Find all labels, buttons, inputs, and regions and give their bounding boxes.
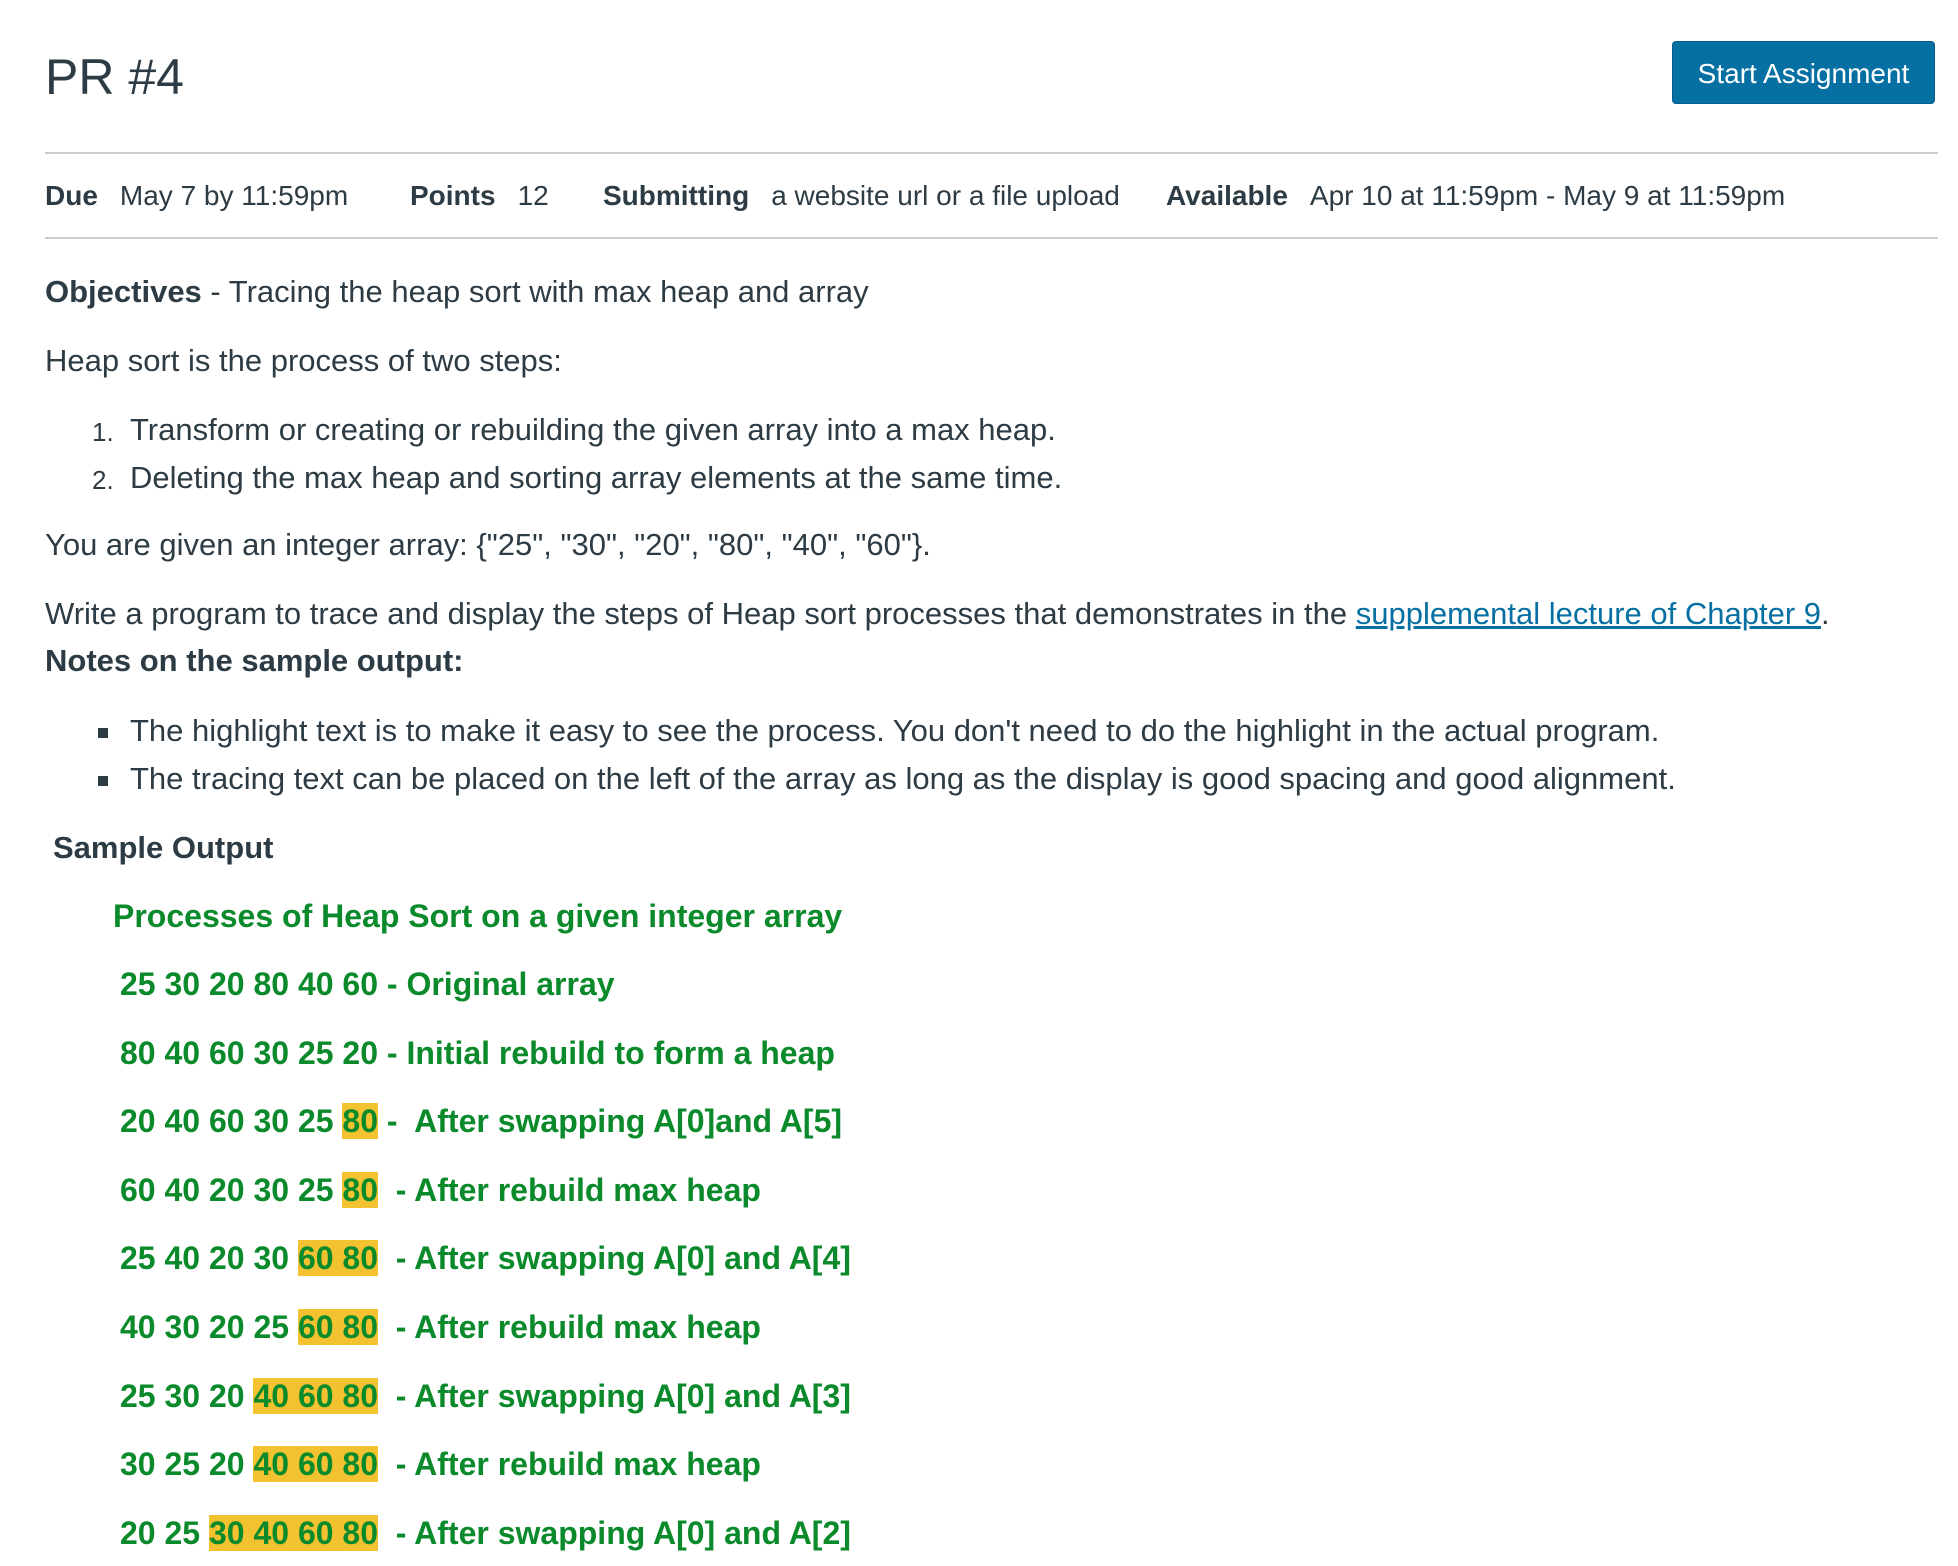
step-description: - After swapping A[0] and A[4] xyxy=(378,1240,851,1276)
sample-output-row: 80 40 60 30 25 20 - Initial rebuild to f… xyxy=(120,1035,835,1072)
given-array-paragraph: You are given an integer array: {"25", "… xyxy=(45,527,931,562)
step-item: Deleting the max heap and sorting array … xyxy=(130,460,1063,495)
step-description: - After swapping A[0] and A[3] xyxy=(378,1378,851,1414)
start-assignment-button[interactable]: Start Assignment xyxy=(1672,41,1935,104)
sample-output-row: 60 40 20 30 25 80 - After rebuild max he… xyxy=(120,1172,761,1209)
points-label: Points xyxy=(410,180,496,211)
points-detail: Points 12 xyxy=(410,180,549,212)
step-item: Transform or creating or rebuilding the … xyxy=(130,412,1056,447)
supplemental-lecture-link[interactable]: supplemental lecture of Chapter 9 xyxy=(1356,596,1821,631)
step-number: 2. xyxy=(92,465,114,495)
sample-output-heading: Sample Output xyxy=(53,830,274,865)
sorted-values-highlight: 60 80 xyxy=(297,1309,379,1345)
divider-top xyxy=(45,152,1938,154)
array-values: 25 40 20 30 xyxy=(120,1240,298,1276)
step-description: - Original array xyxy=(378,966,615,1002)
bullet-marker xyxy=(98,728,108,738)
sorted-values-highlight: 30 40 60 80 xyxy=(208,1515,379,1551)
objectives-label: Objectives xyxy=(45,274,202,309)
array-values: 20 25 xyxy=(120,1515,209,1551)
note-item: The highlight text is to make it easy to… xyxy=(130,713,1660,748)
sample-output-row: 25 30 20 40 60 80 - After swapping A[0] … xyxy=(120,1378,851,1415)
available-label: Available xyxy=(1166,180,1288,211)
step-description: - After rebuild max heap xyxy=(378,1446,761,1482)
assignment-page: PR #4 Start Assignment Due May 7 by 11:59… xyxy=(0,0,1958,1566)
step-description: - Initial rebuild to form a heap xyxy=(378,1035,835,1071)
submitting-value: a website url or a file upload xyxy=(771,180,1120,211)
sorted-values-highlight: 60 80 xyxy=(297,1240,379,1276)
sample-output-row: 25 30 20 80 40 60 - Original array xyxy=(120,966,615,1003)
array-values: 80 40 60 30 25 20 xyxy=(120,1035,379,1071)
sorted-values-highlight: 80 xyxy=(342,1172,379,1208)
notes-heading: Notes on the sample output: xyxy=(45,643,464,678)
bullet-marker xyxy=(98,776,108,786)
write-program-paragraph: Write a program to trace and display the… xyxy=(45,596,1830,632)
step-description: - After swapping A[0]and A[5] xyxy=(378,1103,843,1139)
sample-output-title: Processes of Heap Sort on a given intege… xyxy=(113,898,843,934)
sample-output-row: 25 40 20 30 60 80 - After swapping A[0] … xyxy=(120,1240,851,1277)
array-values: 60 40 20 30 25 xyxy=(120,1172,343,1208)
available-detail: Available Apr 10 at 11:59pm - May 9 at 11… xyxy=(1166,180,1785,212)
intro-paragraph: Heap sort is the process of two steps: xyxy=(45,343,562,378)
objectives-text: - Tracing the heap sort with max heap an… xyxy=(201,274,869,309)
step-description: - After swapping A[0] and A[2] xyxy=(378,1515,851,1551)
sorted-values-highlight: 80 xyxy=(342,1103,379,1139)
page-title: PR #4 xyxy=(45,49,184,105)
sample-output-row: 20 40 60 30 25 80 - After swapping A[0]a… xyxy=(120,1103,842,1140)
sample-output-row: 40 30 20 25 60 80 - After rebuild max he… xyxy=(120,1309,761,1346)
sample-output-row: 20 25 30 40 60 80 - After swapping A[0] … xyxy=(120,1515,851,1552)
sample-output-row: 30 25 20 40 60 80 - After rebuild max he… xyxy=(120,1446,761,1483)
sorted-values-highlight: 40 60 80 xyxy=(253,1446,379,1482)
divider-bottom xyxy=(45,237,1938,239)
write-program-text: Write a program to trace and display the… xyxy=(45,596,1356,631)
array-values: 40 30 20 25 xyxy=(120,1309,298,1345)
available-value: Apr 10 at 11:59pm - May 9 at 11:59pm xyxy=(1309,180,1786,211)
sorted-values-highlight: 40 60 80 xyxy=(253,1378,379,1414)
submitting-detail: Submitting a website url or a file upload xyxy=(603,180,1120,212)
points-value: 12 xyxy=(517,180,549,211)
due-value: May 7 by 11:59pm xyxy=(119,180,349,211)
submitting-label: Submitting xyxy=(603,180,750,211)
step-description: - After rebuild max heap xyxy=(378,1172,761,1208)
due-detail: Due May 7 by 11:59pm xyxy=(45,180,348,212)
array-values: 25 30 20 xyxy=(120,1378,254,1414)
due-label: Due xyxy=(45,180,98,211)
step-number: 1. xyxy=(92,417,114,447)
write-program-end: . xyxy=(1821,596,1830,631)
objectives-paragraph: Objectives - Tracing the heap sort with … xyxy=(45,274,869,310)
array-values: 20 40 60 30 25 xyxy=(120,1103,343,1139)
array-values: 25 30 20 80 40 60 xyxy=(120,966,379,1002)
note-item: The tracing text can be placed on the le… xyxy=(130,761,1676,796)
array-values: 30 25 20 xyxy=(120,1446,254,1482)
step-description: - After rebuild max heap xyxy=(378,1309,761,1345)
